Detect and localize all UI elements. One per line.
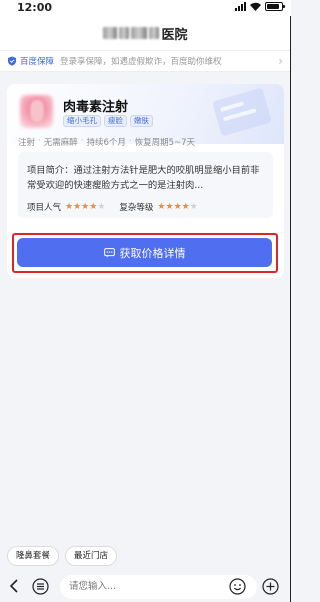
star-empty-icon: ★ [97, 201, 106, 212]
star-filled-icon: ★ [181, 201, 190, 212]
attribute-separator: · [38, 136, 41, 146]
chat-bubble-icon [103, 247, 115, 257]
chat-input-row [0, 574, 291, 600]
guarantee-banner[interactable]: 百度保障 登录享保障，如遇虚假欺诈，百度助你维权 › [0, 50, 291, 72]
star-filled-icon: ★ [89, 201, 98, 212]
attribute-separator: · [128, 136, 132, 146]
get-price-details-label: 获取价格详情 [119, 246, 186, 260]
item-tag: 瘦脸 [104, 115, 127, 127]
redacted-name [103, 27, 118, 39]
wifi-icon [250, 2, 261, 11]
menu-icon[interactable] [32, 578, 49, 595]
shield-icon [8, 56, 16, 66]
window-edge [290, 16, 291, 602]
star-empty-icon: ★ [189, 201, 198, 212]
item-intro: 项目简介：通过注射方法针是肥大的咬肌明显缩小目前非常受欢迎的快速瘦脸方式之一的是… [27, 165, 260, 191]
bottom-panel: 隆鼻套餐 最近门店 [0, 538, 291, 602]
item-tag: 缩小毛孔 [63, 115, 101, 127]
emoji-icon[interactable] [229, 578, 246, 595]
chevron-right-icon: › [278, 54, 283, 68]
status-time: 12:00 [17, 1, 53, 14]
hospital-name: 医院 [103, 24, 188, 43]
attribute-duration: 持续6个月 [86, 138, 126, 148]
guarantee-brand: 百度保障 [20, 57, 55, 67]
get-price-details-button[interactable]: 获取价格详情 [17, 238, 272, 267]
star-filled-icon: ★ [65, 201, 74, 212]
page-header: 医院 [0, 16, 291, 50]
item-thumbnail-face [30, 100, 44, 122]
star-filled-icon: ★ [173, 201, 182, 212]
guarantee-text: 登录享保障，如遇虚假欺诈，百度助你维权 [60, 57, 222, 67]
attribute-type: 注射 [18, 138, 36, 148]
battery-icon [265, 2, 285, 11]
complexity-label: 复杂等级 [119, 203, 154, 213]
redacted-name [131, 27, 148, 39]
attribute-recovery: 恢复周期5~7天 [134, 138, 196, 148]
intro-box: 项目简介：通过注射方法针是肥大的咬肌明显缩小目前非常受欢迎的快速瘦脸方式之一的是… [18, 152, 273, 218]
item-tag: 嫩肤 [130, 115, 153, 127]
attribute-anesthesia: 无需麻醉 [43, 138, 78, 148]
redacted-name [119, 27, 130, 39]
hospital-name-suffix: 医院 [161, 27, 188, 43]
item-attributes: 注射 · 无需麻醉 · 持续6个月 · 恢复周期5~7天 [18, 136, 195, 148]
item-title: 肉毒素注射 [63, 100, 129, 115]
popularity-label: 项目人气 [27, 203, 62, 213]
back-icon[interactable] [9, 578, 19, 594]
quick-chip[interactable]: 隆鼻套餐 [7, 546, 60, 566]
signal-icon [235, 2, 246, 11]
complexity-stars: ★ ★ ★ ★ ★ [157, 201, 198, 212]
plus-icon[interactable] [262, 578, 279, 595]
rating-row: 项目人气 ★ ★ ★ ★ ★ 复杂等级 ★ ★ ★ ★ ★ [27, 201, 198, 213]
status-bar: 12:00 [0, 0, 291, 16]
star-filled-icon: ★ [73, 201, 82, 212]
star-filled-icon: ★ [165, 201, 174, 212]
quick-chip[interactable]: 最近门店 [65, 546, 118, 566]
redacted-name [149, 27, 160, 39]
popularity-stars: ★ ★ ★ ★ ★ [65, 201, 106, 212]
star-filled-icon: ★ [81, 201, 90, 212]
star-filled-icon: ★ [157, 201, 166, 212]
chat-input[interactable] [60, 575, 257, 599]
item-tags: 缩小毛孔 瘦脸 嫩肤 [63, 115, 153, 127]
quick-chips: 隆鼻套餐 最近门店 [7, 546, 118, 566]
status-icons [235, 2, 285, 11]
attribute-separator: · [80, 136, 84, 146]
